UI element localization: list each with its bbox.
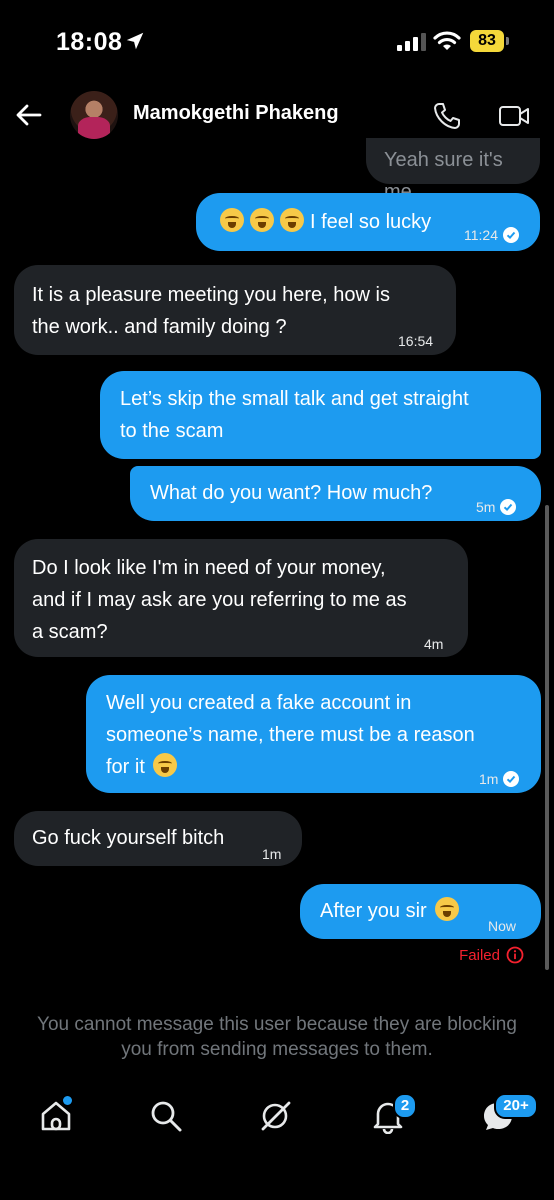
message-time: 16:54 bbox=[398, 333, 434, 349]
nav-messages[interactable]: 20+ bbox=[480, 1093, 538, 1138]
message-incoming[interactable]: Yeah sure it's me bbox=[366, 138, 540, 203]
message-time: 5m bbox=[476, 499, 496, 515]
message-time: Now bbox=[488, 918, 517, 934]
message-meta: Now bbox=[488, 910, 516, 942]
message-meta: 1m bbox=[479, 763, 520, 795]
message-meta: 11:24 bbox=[464, 219, 519, 251]
location-arrow-icon bbox=[126, 32, 144, 50]
scrollbar[interactable] bbox=[545, 505, 549, 970]
notifications-badge: 2 bbox=[393, 1093, 417, 1119]
phone-icon[interactable] bbox=[432, 101, 462, 131]
message-meta: 5m bbox=[476, 491, 517, 523]
search-icon bbox=[151, 1101, 182, 1132]
message-incoming[interactable]: Go fuck yourself bitch 1m bbox=[14, 811, 302, 866]
grok-icon bbox=[261, 1101, 291, 1131]
back-arrow-icon[interactable] bbox=[14, 100, 44, 130]
message-outgoing[interactable]: Let’s skip the small talk and get straig… bbox=[100, 371, 541, 459]
status-bar: 18:08 83 bbox=[0, 0, 554, 84]
message-text: Let’s skip the small talk and get straig… bbox=[120, 388, 469, 442]
message-time: 1m bbox=[262, 846, 282, 862]
message-outgoing[interactable]: I feel so lucky 11:24 bbox=[196, 193, 540, 251]
failed-status[interactable]: Failed bbox=[459, 946, 524, 964]
check-circle-icon bbox=[503, 771, 520, 787]
nav-home[interactable] bbox=[38, 1096, 78, 1138]
nav-search[interactable] bbox=[148, 1098, 188, 1138]
conversation-header: Mamokgethi Phakeng bbox=[0, 84, 554, 146]
message-outgoing[interactable]: After you sir Now bbox=[300, 884, 541, 939]
message-text: What do you want? How much? bbox=[150, 482, 433, 504]
check-circle-icon bbox=[503, 227, 519, 243]
message-text: Do I look like I'm in need of your money… bbox=[32, 557, 407, 643]
wifi-icon bbox=[433, 31, 461, 50]
blocked-notice: You cannot message this user because the… bbox=[37, 1014, 517, 1060]
contact-name[interactable]: Mamokgethi Phakeng bbox=[133, 102, 339, 125]
message-text: After you sir bbox=[320, 900, 427, 922]
message-time: 11:24 bbox=[464, 227, 498, 243]
message-text: I feel so lucky bbox=[310, 211, 432, 233]
sob-emoji-icon bbox=[220, 208, 244, 232]
nav-notifications[interactable]: 2 bbox=[370, 1093, 417, 1138]
sob-emoji-icon bbox=[280, 208, 304, 232]
messages-badge: 20+ bbox=[494, 1093, 538, 1119]
avatar[interactable] bbox=[70, 91, 118, 139]
check-circle-icon bbox=[500, 499, 517, 515]
message-incoming[interactable]: Do I look like I'm in need of your money… bbox=[14, 539, 468, 657]
message-outgoing[interactable]: Well you created a fake account in someo… bbox=[86, 675, 541, 793]
failed-label: Failed bbox=[459, 946, 500, 964]
nav-grok[interactable] bbox=[258, 1098, 298, 1138]
sob-emoji-icon bbox=[250, 208, 274, 232]
battery-indicator: 83 bbox=[470, 30, 514, 52]
rofl-emoji-icon bbox=[434, 897, 459, 921]
status-time: 18:08 bbox=[56, 28, 123, 56]
info-icon[interactable] bbox=[506, 946, 524, 964]
video-call-icon[interactable] bbox=[498, 103, 530, 129]
battery-level: 83 bbox=[470, 30, 504, 52]
message-outgoing[interactable]: What do you want? How much? 5m bbox=[130, 466, 541, 521]
bottom-navigation: 2 20+ bbox=[0, 1080, 554, 1154]
message-time: 1m bbox=[479, 771, 499, 787]
message-text: It is a pleasure meeting you here, how i… bbox=[32, 284, 390, 338]
home-new-indicator bbox=[63, 1096, 72, 1105]
message-text: Go fuck yourself bitch bbox=[32, 827, 225, 849]
message-meta: 4m bbox=[424, 628, 443, 660]
signal-icon bbox=[397, 33, 426, 51]
message-incoming[interactable]: It is a pleasure meeting you here, how i… bbox=[14, 265, 456, 355]
rofl-emoji-icon bbox=[152, 753, 177, 777]
message-meta: 16:54 bbox=[398, 325, 433, 357]
message-meta: 1m bbox=[262, 838, 281, 870]
battery-tip bbox=[506, 37, 509, 45]
message-time: 4m bbox=[424, 636, 444, 652]
